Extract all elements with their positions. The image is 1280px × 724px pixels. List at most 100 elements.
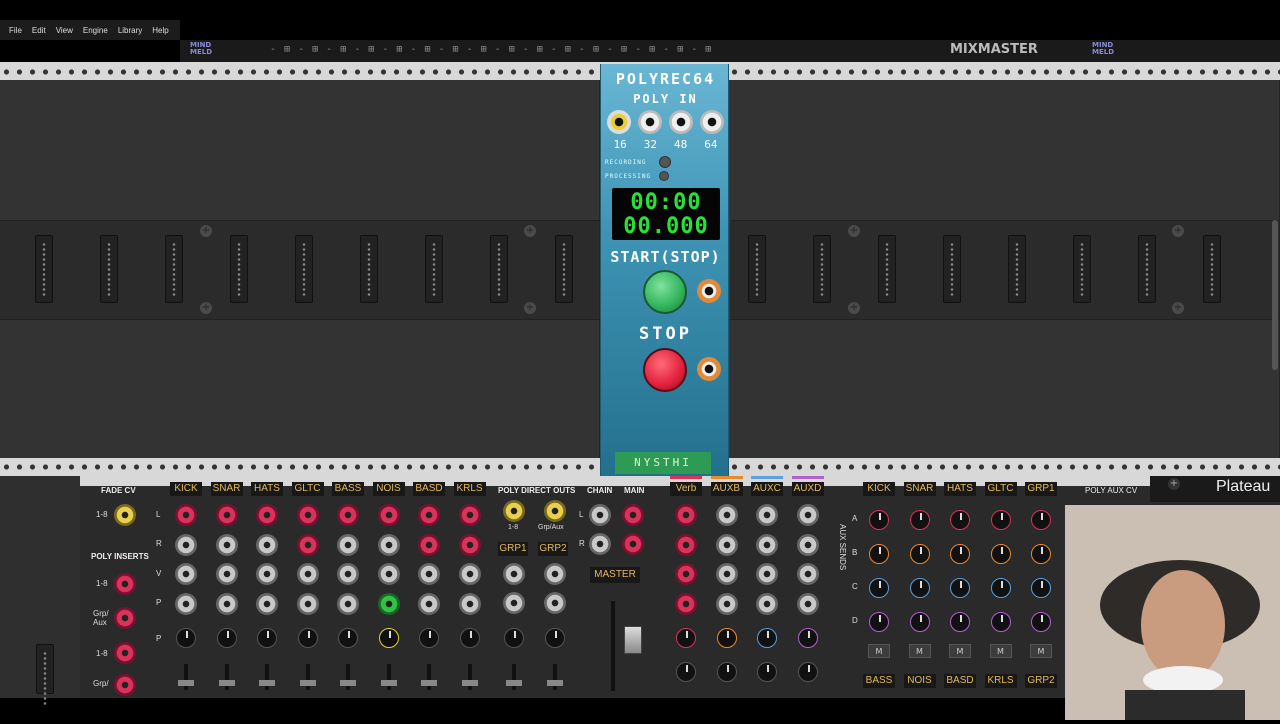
expander-bottom-label[interactable]: BASS <box>863 674 895 688</box>
aux-return-knob[interactable] <box>797 628 818 648</box>
group-pan-knob[interactable] <box>545 628 565 648</box>
add-module-icon[interactable]: + <box>848 302 860 314</box>
pan-knob[interactable] <box>216 628 237 648</box>
pan-knob[interactable] <box>257 628 277 648</box>
polyrec64-module[interactable]: POLYREC64 POLY IN 16 32 48 64 RECORDING … <box>600 64 729 476</box>
aux-jack[interactable] <box>675 533 697 556</box>
menu-engine[interactable]: Engine <box>83 26 108 35</box>
track-label[interactable]: NOIS <box>372 482 405 496</box>
track-jack[interactable] <box>296 592 319 615</box>
track-jack[interactable] <box>215 563 238 585</box>
stop-button[interactable] <box>643 348 687 392</box>
add-module-icon[interactable]: + <box>200 302 212 314</box>
track-label[interactable]: KICK <box>170 482 202 496</box>
menu-help[interactable]: Help <box>152 26 168 35</box>
aux-send-knob[interactable] <box>1031 544 1051 564</box>
aux-jack[interactable] <box>756 533 778 556</box>
pan-knob[interactable] <box>459 628 480 648</box>
track-fader[interactable] <box>340 664 356 690</box>
pan-knob[interactable] <box>176 628 196 648</box>
start-button[interactable] <box>643 270 687 314</box>
insert-jack[interactable] <box>114 573 136 595</box>
track-jack[interactable] <box>458 563 481 585</box>
track-label[interactable]: BASS <box>332 482 364 496</box>
aux-send-knob[interactable] <box>909 612 930 632</box>
group-pan-knob[interactable] <box>504 628 524 648</box>
aux-label[interactable]: AUXC <box>751 482 783 496</box>
track-jack[interactable] <box>175 563 197 585</box>
track-jack[interactable] <box>215 533 238 556</box>
group-jack[interactable] <box>503 563 525 585</box>
mute-button[interactable]: M <box>989 644 1012 658</box>
aux-send-knob[interactable] <box>869 544 889 564</box>
direct-out-jack-grp-aux[interactable] <box>544 500 566 522</box>
aux-jack[interactable] <box>675 592 697 615</box>
track-jack[interactable] <box>256 533 278 556</box>
chain-l-jack[interactable] <box>589 504 611 526</box>
add-module-icon[interactable]: + <box>1172 225 1184 237</box>
aux-jack[interactable] <box>796 563 819 585</box>
track-jack[interactable] <box>296 504 319 526</box>
main-l-jack[interactable] <box>622 504 644 526</box>
track-jack[interactable] <box>296 563 319 585</box>
add-module-icon[interactable]: + <box>1168 478 1180 490</box>
aux-send-knob[interactable] <box>950 510 970 530</box>
mute-button[interactable]: M <box>1030 644 1052 658</box>
track-jack[interactable] <box>377 533 400 556</box>
direct-out-jack-1-8[interactable] <box>503 500 525 522</box>
aux-label[interactable]: AUXB <box>710 482 743 496</box>
aux-send-knob[interactable] <box>869 578 889 598</box>
track-jack[interactable] <box>418 563 440 585</box>
track-jack[interactable] <box>418 533 440 556</box>
aux-jack[interactable] <box>756 592 778 615</box>
group-jack[interactable] <box>544 592 566 614</box>
aux-return-knob[interactable] <box>757 628 777 648</box>
track-fader[interactable] <box>380 664 397 690</box>
aux-level-knob[interactable] <box>797 662 818 682</box>
vertical-scrollbar[interactable] <box>1272 220 1278 370</box>
track-jack[interactable] <box>337 563 359 585</box>
track-jack[interactable] <box>175 533 197 556</box>
aux-send-knob[interactable] <box>869 612 889 632</box>
fade-cv-jack[interactable] <box>114 504 136 526</box>
track-jack[interactable] <box>377 592 400 615</box>
aux-jack[interactable] <box>796 592 819 615</box>
expander-bottom-label[interactable]: NOIS <box>903 674 936 688</box>
pan-knob[interactable] <box>297 628 318 648</box>
aux-level-knob[interactable] <box>716 662 737 682</box>
aux-level-knob[interactable] <box>757 662 777 682</box>
track-fader[interactable] <box>218 664 235 690</box>
add-module-icon[interactable]: + <box>524 225 536 237</box>
aux-send-knob[interactable] <box>909 510 930 530</box>
poly-in-jack-48[interactable] <box>669 110 693 134</box>
track-jack[interactable] <box>418 504 440 526</box>
aux-jack[interactable] <box>715 504 738 526</box>
track-label[interactable]: HATS <box>251 482 283 496</box>
aux-label[interactable]: Verb <box>670 482 702 496</box>
aux-return-knob[interactable] <box>716 628 737 648</box>
track-jack[interactable] <box>458 592 481 615</box>
master-label[interactable]: MASTER <box>590 567 640 583</box>
add-module-icon[interactable]: + <box>200 225 212 237</box>
expander-track-label[interactable]: GLTC <box>984 482 1017 496</box>
aux-send-knob[interactable] <box>1031 510 1051 530</box>
aux-send-knob[interactable] <box>990 544 1011 564</box>
track-jack[interactable] <box>377 563 400 585</box>
aux-send-knob[interactable] <box>869 510 889 530</box>
aux-send-knob[interactable] <box>950 544 970 564</box>
mute-button[interactable]: M <box>949 644 971 658</box>
expander-track-label[interactable]: KICK <box>863 482 895 496</box>
track-fader[interactable] <box>421 664 437 690</box>
aux-send-knob[interactable] <box>990 510 1011 530</box>
aux-send-knob[interactable] <box>909 578 930 598</box>
insert-jack[interactable] <box>114 674 136 696</box>
group-jack[interactable] <box>503 592 525 614</box>
track-label[interactable]: BASD <box>413 482 445 496</box>
expander-track-label[interactable]: GRP1 <box>1025 482 1057 496</box>
aux-jack[interactable] <box>796 533 819 556</box>
chain-r-jack[interactable] <box>589 533 611 555</box>
add-module-icon[interactable]: + <box>1172 302 1184 314</box>
aux-send-knob[interactable] <box>909 544 930 564</box>
track-jack[interactable] <box>175 592 197 615</box>
track-label[interactable]: KRLS <box>453 482 486 496</box>
